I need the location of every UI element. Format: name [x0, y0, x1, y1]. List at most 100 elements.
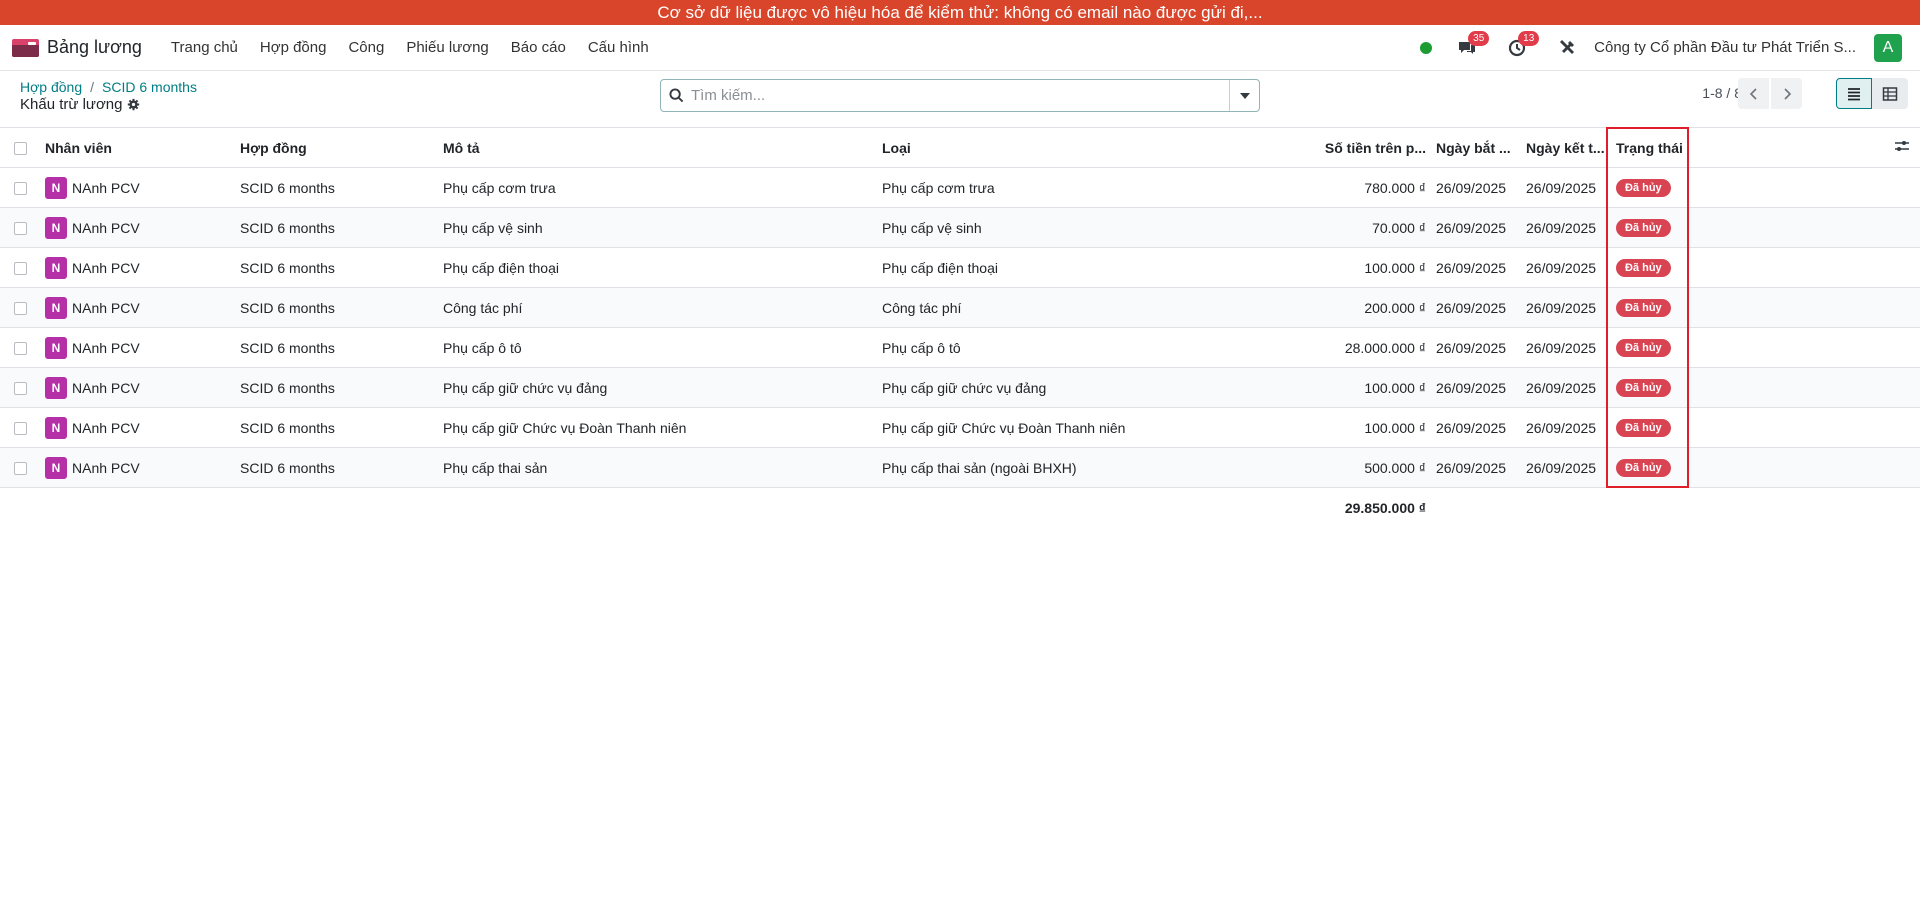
cell-end-date[interactable]: 26/09/2025 — [1521, 167, 1611, 208]
row-checkbox[interactable] — [13, 222, 27, 236]
cell-start-date[interactable]: 26/09/2025 — [1431, 447, 1521, 488]
breadcrumb-contract-name[interactable]: SCID 6 months — [102, 79, 197, 95]
cell-description[interactable]: Phụ cấp giữ Chức vụ Đoàn Thanh niên — [438, 407, 877, 448]
cell-end-date[interactable]: 26/09/2025 — [1521, 207, 1611, 248]
cell-contract[interactable]: SCID 6 months — [235, 447, 438, 488]
cell-contract[interactable]: SCID 6 months — [235, 367, 438, 408]
cell-end-date[interactable]: 26/09/2025 — [1521, 247, 1611, 288]
activities-button[interactable]: 13 — [1500, 30, 1540, 63]
cell-employee[interactable]: N NAnh PCV — [40, 327, 235, 368]
cell-amount[interactable]: 70.000 ₫ — [1317, 207, 1431, 248]
col-header-employee[interactable]: Nhân viên — [40, 127, 235, 168]
table-row[interactable]: N NAnh PCV SCID 6 months Phụ cấp cơm trưa Ph… — [0, 167, 1920, 208]
row-checkbox[interactable] — [13, 382, 27, 396]
menu-item-attendance[interactable]: Công — [337, 25, 395, 71]
select-all-checkbox[interactable] — [13, 142, 27, 156]
cell-contract[interactable]: SCID 6 months — [235, 167, 438, 208]
cell-employee[interactable]: N NAnh PCV — [40, 167, 235, 208]
table-row[interactable]: N NAnh PCV SCID 6 months Phụ cấp thai sản Ph… — [0, 447, 1920, 488]
col-header-description[interactable]: Mô tả — [438, 127, 877, 168]
row-checkbox[interactable] — [13, 262, 27, 276]
cell-contract[interactable]: SCID 6 months — [235, 247, 438, 288]
cell-description[interactable]: Phụ cấp giữ chức vụ đảng — [438, 367, 877, 408]
col-header-amount[interactable]: Số tiền trên p... — [1317, 127, 1431, 168]
pager-value[interactable]: 1-8 / 8 — [1702, 85, 1742, 101]
cell-contract[interactable]: SCID 6 months — [235, 327, 438, 368]
cell-start-date[interactable]: 26/09/2025 — [1431, 167, 1521, 208]
cell-contract[interactable]: SCID 6 months — [235, 207, 438, 248]
cell-end-date[interactable]: 26/09/2025 — [1521, 447, 1611, 488]
cell-amount[interactable]: 28.000.000 ₫ — [1317, 327, 1431, 368]
col-header-end-date[interactable]: Ngày kết t... — [1521, 127, 1611, 168]
cell-amount[interactable]: 100.000 ₫ — [1317, 407, 1431, 448]
cell-amount[interactable]: 780.000 ₫ — [1317, 167, 1431, 208]
cell-type[interactable]: Phụ cấp ô tô — [877, 327, 1317, 368]
menu-item-reports[interactable]: Báo cáo — [500, 25, 577, 71]
menu-item-payslips[interactable]: Phiếu lương — [395, 25, 499, 71]
table-row[interactable]: N NAnh PCV SCID 6 months Phụ cấp ô tô Phụ cấ… — [0, 327, 1920, 368]
cell-type[interactable]: Phụ cấp vệ sinh — [877, 207, 1317, 248]
cell-amount[interactable]: 200.000 ₫ — [1317, 287, 1431, 328]
cell-status[interactable]: Đã hủy — [1611, 367, 1696, 408]
cell-contract[interactable]: SCID 6 months — [235, 407, 438, 448]
optional-columns-toggle[interactable] — [1894, 141, 1910, 157]
cell-type[interactable]: Phụ cấp giữ Chức vụ Đoàn Thanh niên — [877, 407, 1317, 448]
company-switcher[interactable]: Công ty Cổ phần Đầu tư Phát Triển S... — [1594, 39, 1856, 56]
gear-icon[interactable] — [127, 98, 140, 111]
cell-type[interactable]: Công tác phí — [877, 287, 1317, 328]
cell-description[interactable]: Phụ cấp thai sản — [438, 447, 877, 488]
cell-employee[interactable]: N NAnh PCV — [40, 367, 235, 408]
cell-status[interactable]: Đã hủy — [1611, 447, 1696, 488]
user-avatar[interactable]: A — [1874, 33, 1902, 62]
cell-status[interactable]: Đã hủy — [1611, 167, 1696, 208]
table-row[interactable]: N NAnh PCV SCID 6 months Công tác phí Công t… — [0, 287, 1920, 328]
cell-status[interactable]: Đã hủy — [1611, 407, 1696, 448]
pivot-view-button[interactable] — [1872, 78, 1908, 109]
cell-start-date[interactable]: 26/09/2025 — [1431, 407, 1521, 448]
cell-employee[interactable]: N NAnh PCV — [40, 287, 235, 328]
cell-description[interactable]: Phụ cấp ô tô — [438, 327, 877, 368]
cell-type[interactable]: Phụ cấp thai sản (ngoài BHXH) — [877, 447, 1317, 488]
col-header-contract[interactable]: Hợp đồng — [235, 127, 438, 168]
cell-type[interactable]: Phụ cấp cơm trưa — [877, 167, 1317, 208]
cell-description[interactable]: Phụ cấp cơm trưa — [438, 167, 877, 208]
cell-description[interactable]: Phụ cấp điện thoại — [438, 247, 877, 288]
row-checkbox[interactable] — [13, 462, 27, 476]
pager-next-button[interactable] — [1771, 78, 1802, 109]
menu-item-home[interactable]: Trang chủ — [160, 25, 249, 71]
cell-type[interactable]: Phụ cấp giữ chức vụ đảng — [877, 367, 1317, 408]
cell-start-date[interactable]: 26/09/2025 — [1431, 207, 1521, 248]
breadcrumb-contracts[interactable]: Hợp đồng — [20, 79, 82, 95]
messages-button[interactable]: 35 — [1450, 30, 1490, 63]
cell-status[interactable]: Đã hủy — [1611, 207, 1696, 248]
col-header-status[interactable]: Trạng thái — [1611, 127, 1696, 168]
app-brand[interactable]: Bảng lương — [12, 37, 142, 58]
row-checkbox[interactable] — [13, 342, 27, 356]
cell-type[interactable]: Phụ cấp điện thoại — [877, 247, 1317, 288]
cell-contract[interactable]: SCID 6 months — [235, 287, 438, 328]
cell-status[interactable]: Đã hủy — [1611, 287, 1696, 328]
search-options-toggle[interactable] — [1229, 80, 1259, 111]
cell-description[interactable]: Công tác phí — [438, 287, 877, 328]
col-header-type[interactable]: Loại — [877, 127, 1317, 168]
table-row[interactable]: N NAnh PCV SCID 6 months Phụ cấp giữ Chức v… — [0, 407, 1920, 448]
cell-employee[interactable]: N NAnh PCV — [40, 407, 235, 448]
table-row[interactable]: N NAnh PCV SCID 6 months Phụ cấp điện thoại… — [0, 247, 1920, 288]
cell-amount[interactable]: 100.000 ₫ — [1317, 367, 1431, 408]
cell-employee[interactable]: N NAnh PCV — [40, 207, 235, 248]
table-row[interactable]: N NAnh PCV SCID 6 months Phụ cấp vệ sinh Phụ… — [0, 207, 1920, 248]
search-input[interactable] — [691, 87, 1229, 104]
row-checkbox[interactable] — [13, 422, 27, 436]
cell-start-date[interactable]: 26/09/2025 — [1431, 367, 1521, 408]
table-row[interactable]: N NAnh PCV SCID 6 months Phụ cấp giữ chức v… — [0, 367, 1920, 408]
cell-end-date[interactable]: 26/09/2025 — [1521, 367, 1611, 408]
cell-end-date[interactable]: 26/09/2025 — [1521, 407, 1611, 448]
cell-employee[interactable]: N NAnh PCV — [40, 247, 235, 288]
cell-end-date[interactable]: 26/09/2025 — [1521, 287, 1611, 328]
cell-status[interactable]: Đã hủy — [1611, 247, 1696, 288]
cell-amount[interactable]: 500.000 ₫ — [1317, 447, 1431, 488]
cell-end-date[interactable]: 26/09/2025 — [1521, 327, 1611, 368]
row-checkbox[interactable] — [13, 302, 27, 316]
debug-tools-button[interactable] — [1550, 33, 1584, 63]
menu-item-contracts[interactable]: Hợp đồng — [249, 25, 338, 71]
